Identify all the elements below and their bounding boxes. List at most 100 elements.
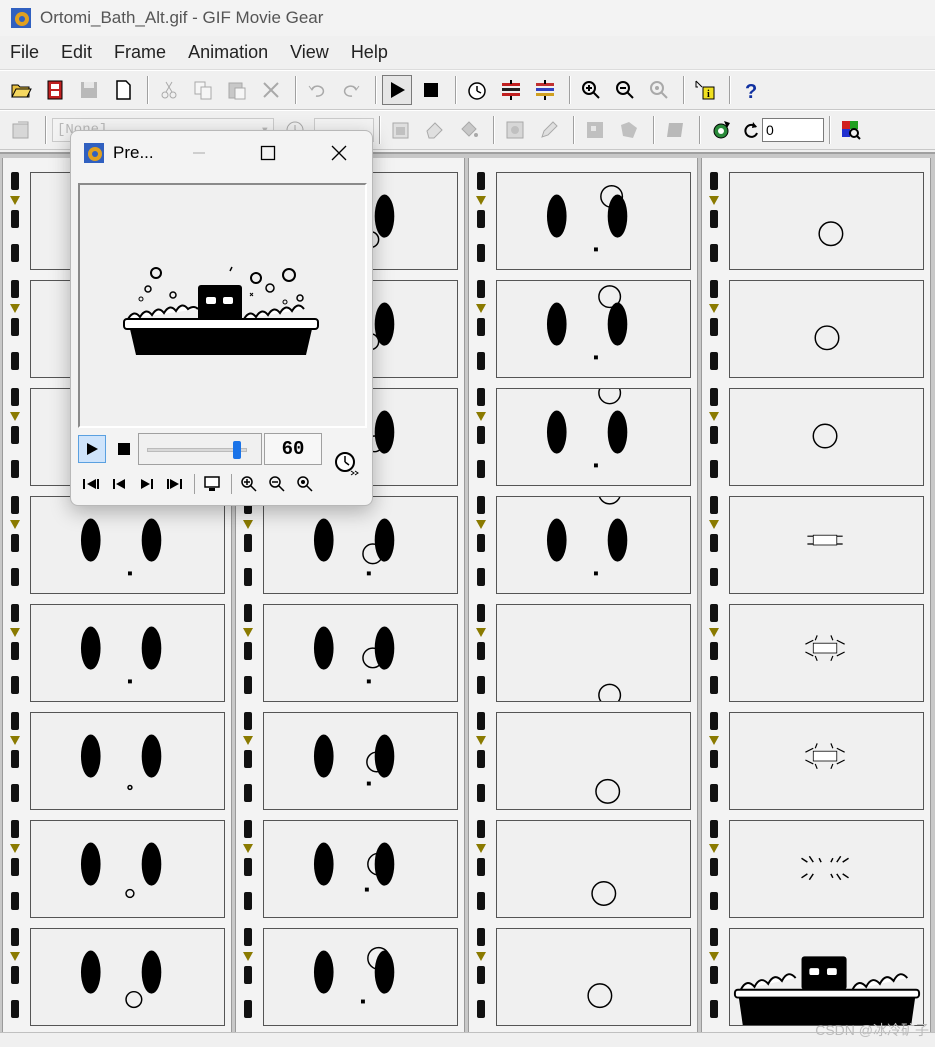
play-button[interactable] <box>382 75 412 105</box>
preview-zoom-in-button[interactable] <box>236 473 262 495</box>
reduce-colors-button[interactable] <box>496 75 526 105</box>
frame-thumbnail[interactable] <box>729 604 924 702</box>
sprocket-hole <box>477 784 485 802</box>
frame-thumbnail[interactable] <box>729 172 924 270</box>
previous-frame-button[interactable] <box>106 473 132 495</box>
menu-animation[interactable]: Animation <box>188 42 268 63</box>
frame-marker-icon <box>476 844 486 853</box>
frame-thumbnail[interactable] <box>729 280 924 378</box>
frame-delay-button[interactable] <box>462 75 492 105</box>
minimize-button[interactable] <box>187 141 211 165</box>
preview-window[interactable]: Pre... 60 <box>70 130 373 506</box>
monitor-button[interactable] <box>199 473 225 495</box>
eye-shape <box>607 410 628 454</box>
frame-image <box>313 734 395 786</box>
frame-thumbnail[interactable] <box>263 712 458 810</box>
slider-thumb[interactable] <box>232 441 241 459</box>
pencil-button[interactable] <box>534 115 564 145</box>
menu-view[interactable]: View <box>290 42 329 63</box>
cut-button[interactable] <box>154 75 184 105</box>
frame-thumbnail[interactable] <box>496 928 691 1026</box>
menu-file[interactable]: File <box>10 42 39 63</box>
transparency-button[interactable] <box>386 115 416 145</box>
crop-button[interactable] <box>580 115 610 145</box>
help-button[interactable]: ? <box>736 75 766 105</box>
gif-movie-gear-app-icon <box>84 143 104 163</box>
playback-speed-slider[interactable] <box>138 433 262 465</box>
sprocket-hole <box>477 172 485 190</box>
bathtub-sprite <box>123 266 319 355</box>
fill-color-button[interactable] <box>454 115 484 145</box>
next-frame-icon <box>141 479 153 489</box>
zoom-normal-button[interactable] <box>644 75 674 105</box>
maximize-button[interactable] <box>256 141 280 165</box>
new-button[interactable] <box>108 75 138 105</box>
undo-button[interactable] <box>302 75 332 105</box>
frame-thumbnail[interactable] <box>263 928 458 1026</box>
frame-thumbnail[interactable] <box>729 928 924 1026</box>
sprocket-hole <box>11 280 19 298</box>
frame-thumbnail[interactable] <box>496 820 691 918</box>
preview-zoom-out-button[interactable] <box>264 473 290 495</box>
whats-this-button[interactable]: i <box>690 75 720 105</box>
open-folder-icon <box>11 84 32 98</box>
frame-marker-icon <box>10 952 20 961</box>
erase-color-button[interactable] <box>420 115 450 145</box>
frame-thumbnail[interactable] <box>263 820 458 918</box>
zoom-in-button[interactable] <box>576 75 606 105</box>
paste-button[interactable] <box>222 75 252 105</box>
toolbar-separator <box>699 116 701 144</box>
frame-thumbnail[interactable] <box>729 496 924 594</box>
sprocket-hole <box>477 496 485 514</box>
delete-button[interactable] <box>256 75 286 105</box>
frame-image <box>805 635 845 662</box>
frame-thumbnail[interactable] <box>496 712 691 810</box>
frame-thumbnail[interactable] <box>729 820 924 918</box>
resize-button[interactable] <box>614 115 644 145</box>
frame-thumbnail[interactable] <box>496 604 691 707</box>
frame-thumbnail[interactable] <box>729 712 924 810</box>
stamp-button[interactable] <box>500 115 530 145</box>
stop-button[interactable] <box>416 75 446 105</box>
next-frame-button[interactable] <box>134 473 160 495</box>
menu-help[interactable]: Help <box>351 42 388 63</box>
dot-shape <box>593 463 598 468</box>
palette-button[interactable] <box>530 75 560 105</box>
menu-edit[interactable]: Edit <box>61 42 92 63</box>
frame-thumbnail[interactable] <box>496 381 691 486</box>
open-button[interactable] <box>6 75 36 105</box>
last-frame-button[interactable] <box>162 473 188 495</box>
frame-thumbnail[interactable] <box>496 280 691 378</box>
frame-thumbnail[interactable] <box>30 820 225 918</box>
first-frame-button[interactable] <box>78 473 104 495</box>
rotate-button[interactable] <box>706 115 736 145</box>
close-button[interactable] <box>327 141 351 165</box>
copy-button[interactable] <box>188 75 218 105</box>
frame-thumbnail[interactable] <box>496 481 691 594</box>
frame-thumbnail[interactable] <box>30 496 225 594</box>
zoom-out-button[interactable] <box>610 75 640 105</box>
frame-thumbnail[interactable] <box>30 712 225 810</box>
open-frames-button[interactable] <box>40 75 70 105</box>
loop-count-input[interactable]: 0 <box>762 118 824 142</box>
global-properties-button[interactable] <box>6 115 36 145</box>
preview-play-button[interactable] <box>78 435 106 463</box>
dot-shape <box>127 679 132 684</box>
optimize-button[interactable] <box>660 115 690 145</box>
frame-thumbnail[interactable] <box>729 388 924 486</box>
preview-stop-button[interactable] <box>110 435 138 463</box>
frame-thumbnail[interactable] <box>263 496 458 594</box>
frame-thumbnail[interactable] <box>263 604 458 702</box>
redo-button[interactable] <box>336 75 366 105</box>
save-button[interactable] <box>74 75 104 105</box>
frame-thumbnail[interactable] <box>496 172 691 270</box>
loop-count-button[interactable] <box>740 115 762 145</box>
menu-frame[interactable]: Frame <box>114 42 166 63</box>
bubble-shape <box>598 481 622 505</box>
frame-thumbnail[interactable] <box>30 928 225 1026</box>
frame-thumbnail[interactable] <box>30 604 225 702</box>
plop-burst <box>807 534 843 546</box>
preview-zoom-normal-button[interactable] <box>292 473 318 495</box>
clock-speed-icon[interactable] <box>334 451 360 477</box>
color-palette-button[interactable] <box>836 115 866 145</box>
